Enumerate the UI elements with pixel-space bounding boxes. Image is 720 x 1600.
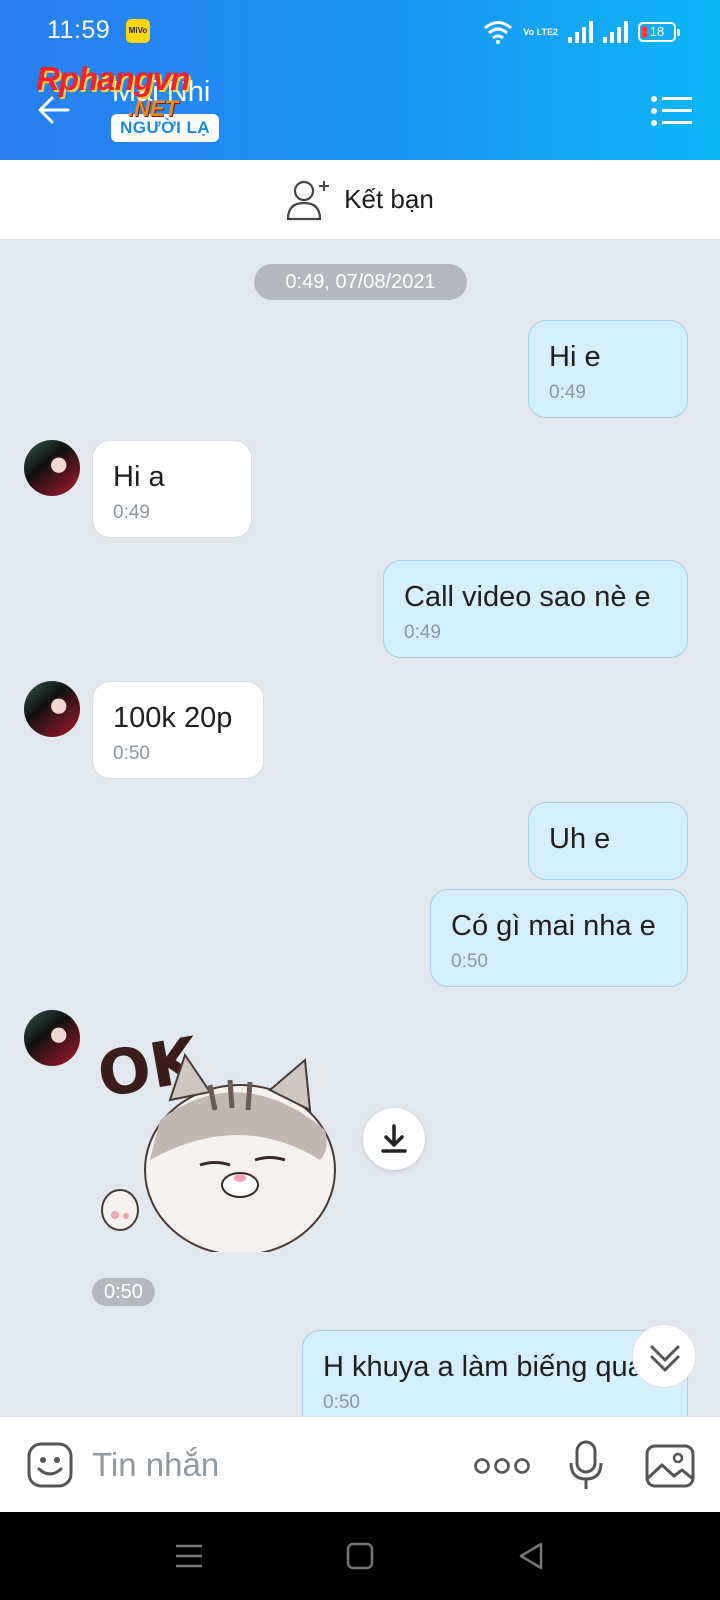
- status-icons: Vo LTE2 18: [483, 18, 680, 46]
- message-input[interactable]: [92, 1443, 452, 1487]
- back-triangle-icon[interactable]: [514, 1540, 548, 1572]
- download-button[interactable]: [363, 1108, 425, 1170]
- message-bubble-out[interactable]: Có gì mai nha e 0:50: [430, 889, 688, 987]
- image-icon[interactable]: [644, 1443, 696, 1489]
- sticker-face-icon[interactable]: [26, 1441, 74, 1489]
- message-text: Uh e: [549, 823, 611, 855]
- add-friend-label: Kết bạn: [344, 184, 434, 214]
- download-icon: [381, 1124, 407, 1153]
- status-time: 11:59: [47, 16, 111, 44]
- status-bar: 11:59 MiVo Vo LTE2 18: [0, 0, 720, 64]
- message-bubble-out[interactable]: H khuya a làm biếng quá 0:50: [302, 1330, 688, 1416]
- home-square-icon[interactable]: [343, 1540, 377, 1572]
- message-text: Hi a: [113, 461, 165, 493]
- volte-label: Vo LTE2: [523, 27, 558, 37]
- signal-icon: [568, 21, 593, 43]
- double-chevron-down-icon: [650, 1345, 680, 1372]
- system-nav-bar: [0, 1512, 720, 1600]
- message-time: 0:49: [549, 382, 586, 403]
- message-bubble-out[interactable]: Uh e: [528, 802, 688, 880]
- message-text: Hi e: [549, 341, 601, 373]
- avatar[interactable]: [24, 681, 80, 737]
- message-text: Có gì mai nha e: [451, 910, 656, 942]
- message-bubble-out[interactable]: Call video sao nè e 0:49: [383, 560, 688, 658]
- signal-icon-2: [603, 21, 628, 43]
- message-bubble-in[interactable]: Hi a 0:49: [92, 440, 252, 538]
- message-time: 0:50: [451, 951, 488, 972]
- carrier-badge-icon: MiVo: [126, 19, 150, 43]
- sticker-time: 0:50: [92, 1278, 155, 1306]
- watermark-logo: Rphangvn: [36, 60, 190, 97]
- date-separator: 0:49, 07/08/2021: [254, 264, 467, 300]
- cat-sticker[interactable]: OK: [90, 1000, 350, 1270]
- add-person-icon: [287, 180, 330, 220]
- message-text: 100k 20p: [113, 702, 233, 734]
- battery-icon: 18: [638, 22, 680, 42]
- message-text: H khuya a làm biếng quá: [323, 1351, 644, 1383]
- add-friend-button[interactable]: Kết bạn: [0, 160, 720, 240]
- message-time: 0:50: [323, 1392, 360, 1413]
- message-bubble-out[interactable]: Hi e 0:49: [528, 320, 688, 418]
- header-bar: 11:59 MiVo Vo LTE2 18 Mai Nhi NGƯỜI LẠ R…: [0, 0, 720, 160]
- battery-level: 18: [649, 24, 665, 39]
- watermark-logo-net: .NET: [128, 96, 179, 121]
- message-time: 0:50: [113, 743, 150, 764]
- message-composer: [0, 1416, 720, 1512]
- avatar[interactable]: [24, 1010, 80, 1066]
- message-bubble-in[interactable]: 100k 20p 0:50: [92, 681, 264, 779]
- recents-menu-icon[interactable]: [172, 1540, 206, 1572]
- more-dots-icon[interactable]: [474, 1455, 530, 1477]
- scroll-to-bottom-button[interactable]: [632, 1324, 696, 1388]
- chat-area[interactable]: 0:49, 07/08/2021 Hi e 0:49 Hi a 0:49 Cal…: [0, 240, 720, 1416]
- wifi-icon: [484, 21, 513, 44]
- message-time: 0:49: [113, 502, 150, 523]
- avatar[interactable]: [24, 440, 80, 496]
- message-text: Call video sao nè e: [404, 581, 651, 613]
- microphone-icon[interactable]: [568, 1439, 604, 1491]
- list-menu-icon[interactable]: [650, 94, 692, 128]
- message-time: 0:49: [404, 622, 441, 643]
